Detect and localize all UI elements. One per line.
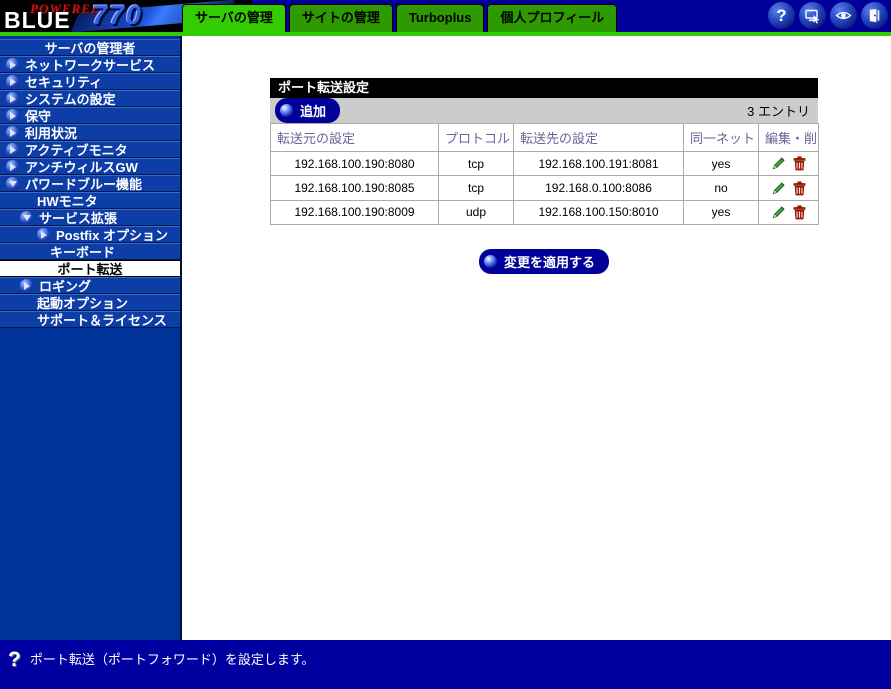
destination-cell: 192.168.0.100:8086 xyxy=(513,175,684,201)
sidebar-item[interactable]: ポート転送 xyxy=(0,260,180,277)
sidebar-item[interactable]: 保守 xyxy=(0,107,180,124)
destination-cell: 192.168.100.150:8010 xyxy=(513,199,684,225)
tab-2[interactable]: サイトの管理 xyxy=(288,4,393,32)
add-button[interactable]: 追加 xyxy=(275,98,341,123)
sidebar-item[interactable]: システムの設定 xyxy=(0,90,180,107)
collapse-arrow-icon[interactable] xyxy=(6,177,19,190)
same-net-cell: yes xyxy=(683,199,759,225)
same-net-cell: no xyxy=(683,175,759,201)
panel-title: ポート転送設定 xyxy=(270,78,818,98)
source-cell: 192.168.100.190:8009 xyxy=(270,199,439,225)
sidebar-item[interactable]: HWモニタ xyxy=(0,192,180,209)
sidebar-item[interactable]: アクティブモニタ xyxy=(0,141,180,158)
source-cell: 192.168.100.190:8085 xyxy=(270,175,439,201)
table-row: 192.168.100.190:8085 tcp 192.168.0.100:808… xyxy=(270,175,819,201)
protocol-cell: tcp xyxy=(438,150,514,177)
logo-blue-text: BLUE xyxy=(4,7,71,32)
sidebar-item[interactable]: アンチウィルスGW xyxy=(0,158,180,175)
expand-arrow-icon[interactable] xyxy=(6,160,19,173)
sidebar-item-label: サポート＆ライセンス xyxy=(37,313,167,328)
add-button-label: 追加 xyxy=(300,104,327,119)
tab-1[interactable]: サーバの管理 xyxy=(182,4,286,32)
sidebar-item[interactable]: ロギング xyxy=(0,277,180,294)
apply-button-label: 変更を適用する xyxy=(503,254,595,270)
sidebar-item[interactable]: Postfix オプション xyxy=(0,226,180,243)
sidebar-item[interactable]: 起動オプション xyxy=(0,294,180,311)
table-row: 192.168.100.190:8009 udp 192.168.100.150:8… xyxy=(270,199,819,225)
protocol-cell: udp xyxy=(438,199,514,225)
header-accent-strip xyxy=(0,32,891,36)
collapse-arrow-icon[interactable] xyxy=(20,211,33,224)
status-help-icon: ? xyxy=(8,648,21,671)
sidebar-item[interactable]: パワードブルー機能 xyxy=(0,175,180,192)
apply-changes-button[interactable]: 変更を適用する xyxy=(478,248,609,274)
actions-cell xyxy=(758,199,819,225)
destination-cell: 192.168.100.191:8081 xyxy=(513,150,684,177)
sidebar-item[interactable]: サポート＆ライセンス xyxy=(0,311,180,328)
main-content: ポート転送設定 追加 3 エントリ 転送元の設定 プロトコル 転送先の設定 同一ネット… xyxy=(182,36,891,640)
column-header: 同一ネット xyxy=(683,123,759,152)
expand-arrow-icon[interactable] xyxy=(6,109,19,122)
column-header: 転送先の設定 xyxy=(513,123,684,152)
sidebar-item[interactable]: サーバの管理者 xyxy=(0,39,180,56)
same-net-cell: yes xyxy=(683,150,759,177)
expand-arrow-icon[interactable] xyxy=(37,228,50,241)
sphere-bullet-icon xyxy=(280,104,293,117)
help-icon[interactable]: ? xyxy=(768,2,795,29)
column-header: 転送元の設定 xyxy=(270,123,439,152)
panel-toolbar: 追加 3 エントリ xyxy=(270,98,818,123)
expand-arrow-icon[interactable] xyxy=(20,279,33,292)
entries-count: 3 エントリ xyxy=(747,104,810,119)
table-body: 192.168.100.190:8080 tcp 192.168.100.191:8… xyxy=(270,150,819,225)
sidebar-item[interactable]: キーボード xyxy=(0,243,180,260)
view-icon[interactable] xyxy=(830,2,857,29)
sidebar-item[interactable]: サービス拡張 xyxy=(0,209,180,226)
tab-4[interactable]: 個人プロフィール xyxy=(487,4,618,32)
edit-icon[interactable] xyxy=(771,205,786,220)
header-icons: ? xyxy=(768,2,888,29)
delete-icon[interactable] xyxy=(792,181,807,196)
table-header-row: 転送元の設定プロトコル転送先の設定同一ネット編集・削除 xyxy=(270,123,819,152)
sidebar-item[interactable]: セキュリティ xyxy=(0,73,180,90)
page: POWERED BLUE 770 ? サーバの管理 サイトの管理 Turbopl… xyxy=(0,0,891,689)
protocol-cell: tcp xyxy=(438,175,514,201)
sidebar-menu: サーバの管理者 ネットワークサービス セキュリティ システムの設定 保守 利用状況 アクティ… xyxy=(0,36,182,640)
control-panel-icon[interactable] xyxy=(799,2,826,29)
delete-icon[interactable] xyxy=(792,205,807,220)
source-cell: 192.168.100.190:8080 xyxy=(270,150,439,177)
expand-arrow-icon[interactable] xyxy=(6,126,19,139)
apply-row: 変更を適用する xyxy=(270,248,818,274)
actions-cell xyxy=(758,150,819,177)
logout-icon[interactable] xyxy=(861,2,888,29)
sidebar-item[interactable]: 利用状況 xyxy=(0,124,180,141)
column-header: プロトコル xyxy=(438,123,514,152)
port-forwarding-panel: ポート転送設定 追加 3 エントリ 転送元の設定 プロトコル 転送先の設定 同一ネット… xyxy=(270,78,819,225)
status-message: ポート転送（ポートフォワード）を設定します。 xyxy=(29,652,315,667)
tab-3[interactable]: Turboplus xyxy=(395,4,485,32)
delete-icon[interactable] xyxy=(792,156,807,171)
column-header: 編集・削除 xyxy=(758,123,819,152)
expand-arrow-icon[interactable] xyxy=(6,143,19,156)
tab-bar: サーバの管理 サイトの管理 Turboplus 個人プロフィール xyxy=(182,4,618,32)
actions-cell xyxy=(758,175,819,201)
expand-arrow-icon[interactable] xyxy=(6,75,19,88)
edit-icon[interactable] xyxy=(771,181,786,196)
logo-model-number: 770 xyxy=(92,0,144,30)
status-bar: ? ポート転送（ポートフォワード）を設定します。 xyxy=(0,640,891,689)
table-row: 192.168.100.190:8080 tcp 192.168.100.191:8… xyxy=(270,150,819,177)
sphere-bullet-icon xyxy=(483,254,497,268)
expand-arrow-icon[interactable] xyxy=(6,92,19,105)
expand-arrow-icon[interactable] xyxy=(6,58,19,71)
port-forwarding-table: 転送元の設定プロトコル転送先の設定同一ネット編集・削除 192.168.100.… xyxy=(270,123,819,225)
edit-icon[interactable] xyxy=(771,156,786,171)
sidebar-item[interactable]: ネットワークサービス xyxy=(0,56,180,73)
